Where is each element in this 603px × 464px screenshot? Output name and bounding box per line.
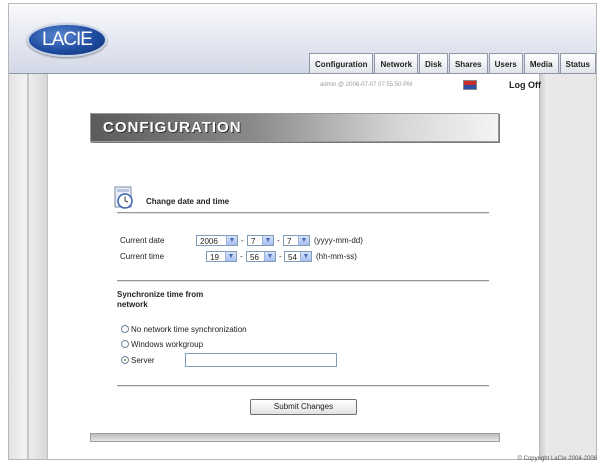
radio-windows-workgroup[interactable] xyxy=(121,340,129,348)
radio-server[interactable] xyxy=(121,356,129,364)
date-format-hint: (yyyy-mm-dd) xyxy=(314,236,363,245)
time-format-hint: (hh-mm-ss) xyxy=(316,252,357,261)
left-sidebar xyxy=(9,74,48,459)
radio-server-label: Server xyxy=(131,356,155,365)
month-select[interactable]: 7 ▼ xyxy=(247,235,274,246)
tab-status[interactable]: Status xyxy=(559,53,596,74)
second-select[interactable]: 54 ▼ xyxy=(284,251,312,262)
tab-bar: Configuration Network Disk Shares Users … xyxy=(308,48,596,74)
server-input[interactable] xyxy=(185,353,337,367)
tab-network[interactable]: Network xyxy=(374,53,419,74)
sidebar-stripe xyxy=(539,74,548,459)
year-select[interactable]: 2006 ▼ xyxy=(196,235,238,246)
page-title: CONFIGURATION xyxy=(103,119,242,136)
month-value: 7 xyxy=(251,237,256,246)
date-separator: - xyxy=(241,236,244,245)
submit-changes-button[interactable]: Submit Changes xyxy=(250,399,357,415)
chevron-down-icon: ▼ xyxy=(298,236,309,245)
app-frame: LACIE Configuration Network Disk Shares … xyxy=(8,3,597,460)
divider xyxy=(117,212,489,214)
day-select[interactable]: 7 ▼ xyxy=(283,235,310,246)
time-separator: - xyxy=(240,252,243,261)
minute-select[interactable]: 56 ▼ xyxy=(246,251,276,262)
current-date-label: Current date xyxy=(120,236,165,245)
tab-media[interactable]: Media xyxy=(523,53,559,74)
time-separator: - xyxy=(279,252,282,261)
radio-no-sync[interactable] xyxy=(121,325,129,333)
copyright-text: © Copyright LaCie 2004-2006 xyxy=(517,456,597,462)
hour-select[interactable]: 19 ▼ xyxy=(206,251,237,262)
tab-divider xyxy=(9,73,596,74)
tab-disk[interactable]: Disk xyxy=(419,53,448,74)
divider xyxy=(117,385,489,387)
tab-users[interactable]: Users xyxy=(488,53,523,74)
year-value: 2006 xyxy=(200,237,218,246)
tab-configuration[interactable]: Configuration xyxy=(309,53,374,74)
header: LACIE Configuration Network Disk Shares … xyxy=(9,4,596,74)
second-value: 54 xyxy=(288,253,297,262)
right-sidebar xyxy=(539,74,596,459)
radio-no-sync-label: No network time synchronization xyxy=(131,325,247,334)
chevron-down-icon: ▼ xyxy=(264,252,275,261)
logo-text: LACIE xyxy=(42,29,93,50)
day-value: 7 xyxy=(287,237,292,246)
language-flag-icon[interactable] xyxy=(463,80,477,90)
chevron-down-icon: ▼ xyxy=(225,252,236,261)
date-time-section-title: Change date and time xyxy=(146,197,230,206)
content-bottom-bar xyxy=(90,433,500,442)
current-time-label: Current time xyxy=(120,252,165,261)
chevron-down-icon: ▼ xyxy=(262,236,273,245)
page-title-bar: CONFIGURATION xyxy=(90,113,499,142)
user-session-info: admin @ 2006-07-07 07:55:50 PM xyxy=(320,82,413,88)
date-separator: - xyxy=(277,236,280,245)
radio-windows-workgroup-label: Windows workgroup xyxy=(131,340,204,349)
lacie-logo: LACIE xyxy=(27,23,107,57)
logoff-link[interactable]: Log Off xyxy=(509,80,541,90)
hour-value: 19 xyxy=(210,253,219,262)
chevron-down-icon: ▼ xyxy=(226,236,237,245)
chevron-down-icon: ▼ xyxy=(300,252,311,261)
minute-value: 56 xyxy=(250,253,259,262)
divider xyxy=(117,280,489,282)
sidebar-stripe xyxy=(27,74,29,459)
tab-shares[interactable]: Shares xyxy=(448,53,488,74)
sync-section-title: Synchronize time from network xyxy=(117,290,204,309)
clock-icon xyxy=(114,186,133,209)
